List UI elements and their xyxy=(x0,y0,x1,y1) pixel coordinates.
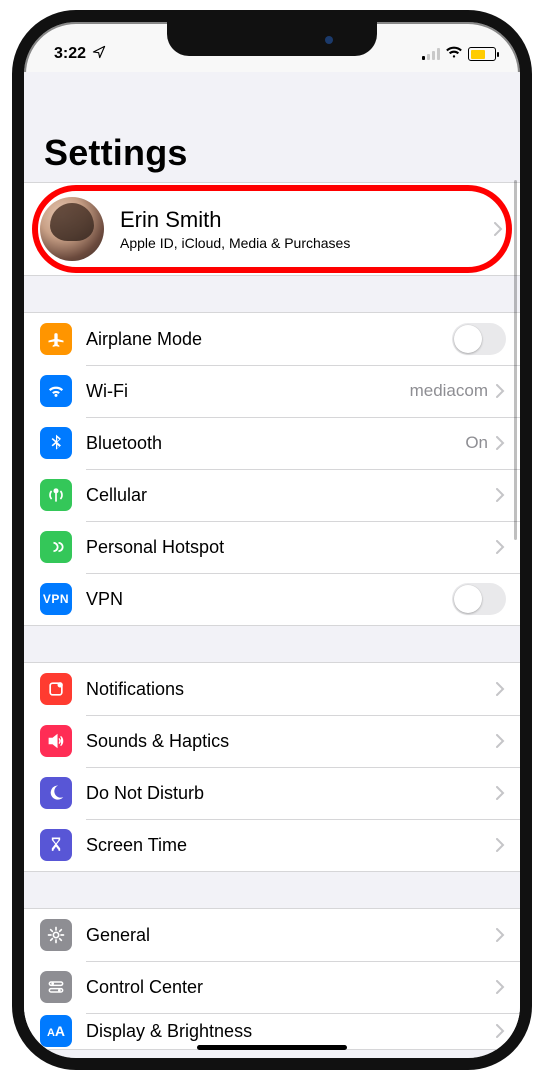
system-group: Notifications Sounds & Haptics Do Not Di… xyxy=(24,662,520,872)
location-icon xyxy=(92,45,106,64)
antenna-icon xyxy=(40,479,72,511)
airplane-mode-row[interactable]: Airplane Mode xyxy=(24,313,520,365)
vpn-row[interactable]: VPN VPN xyxy=(24,573,520,625)
connectivity-group: Airplane Mode Wi-Fi mediacom Bluetooth xyxy=(24,312,520,626)
page-title: Settings xyxy=(24,72,520,182)
row-label: Control Center xyxy=(86,977,496,998)
vpn-icon: VPN xyxy=(40,583,72,615)
bluetooth-row[interactable]: Bluetooth On xyxy=(24,417,520,469)
chevron-right-icon xyxy=(496,786,506,800)
row-label: VPN xyxy=(86,589,452,610)
chevron-right-icon xyxy=(496,540,506,554)
chevron-right-icon xyxy=(496,488,506,502)
chevron-right-icon xyxy=(496,734,506,748)
chevron-right-icon xyxy=(496,838,506,852)
dnd-row[interactable]: Do Not Disturb xyxy=(24,767,520,819)
chevron-right-icon xyxy=(496,384,506,398)
row-label: Personal Hotspot xyxy=(86,537,496,558)
cellular-signal-icon xyxy=(422,48,440,60)
moon-icon xyxy=(40,777,72,809)
wifi-icon xyxy=(40,375,72,407)
display-brightness-row[interactable]: AA Display & Brightness xyxy=(24,1013,520,1049)
chevron-right-icon xyxy=(496,436,506,450)
chevron-right-icon xyxy=(496,682,506,696)
home-indicator[interactable] xyxy=(197,1045,347,1050)
airplane-toggle[interactable] xyxy=(452,323,506,355)
screen: Settings Erin Smith Apple ID, iCloud, Me… xyxy=(24,22,520,1058)
switches-icon xyxy=(40,971,72,1003)
airplane-icon xyxy=(40,323,72,355)
row-label: Wi-Fi xyxy=(86,381,410,402)
status-time: 3:22 xyxy=(54,45,86,63)
sounds-row[interactable]: Sounds & Haptics xyxy=(24,715,520,767)
wifi-row[interactable]: Wi-Fi mediacom xyxy=(24,365,520,417)
speaker-icon xyxy=(40,725,72,757)
control-center-row[interactable]: Control Center xyxy=(24,961,520,1013)
row-label: General xyxy=(86,925,496,946)
hourglass-icon xyxy=(40,829,72,861)
row-label: Sounds & Haptics xyxy=(86,731,496,752)
general-row[interactable]: General xyxy=(24,909,520,961)
chevron-right-icon xyxy=(496,928,506,942)
row-value: On xyxy=(465,433,488,453)
link-icon xyxy=(40,531,72,563)
row-label: Display & Brightness xyxy=(86,1021,496,1042)
account-name: Erin Smith xyxy=(120,207,494,233)
scroll-indicator xyxy=(514,180,517,540)
cellular-row[interactable]: Cellular xyxy=(24,469,520,521)
row-label: Cellular xyxy=(86,485,496,506)
gear-icon xyxy=(40,919,72,951)
account-subtitle: Apple ID, iCloud, Media & Purchases xyxy=(120,235,494,251)
hotspot-row[interactable]: Personal Hotspot xyxy=(24,521,520,573)
notifications-icon xyxy=(40,673,72,705)
avatar xyxy=(40,197,104,261)
chevron-right-icon xyxy=(496,980,506,994)
settings-scroll[interactable]: Settings Erin Smith Apple ID, iCloud, Me… xyxy=(24,72,520,1058)
row-label: Notifications xyxy=(86,679,496,700)
row-label: Screen Time xyxy=(86,835,496,856)
notifications-row[interactable]: Notifications xyxy=(24,663,520,715)
text-size-icon: AA xyxy=(40,1015,72,1047)
chevron-right-icon xyxy=(496,1024,506,1038)
row-label: Bluetooth xyxy=(86,433,465,454)
general-group: General Control Center AA Display & Brig… xyxy=(24,908,520,1050)
row-label: Airplane Mode xyxy=(86,329,452,350)
row-label: Do Not Disturb xyxy=(86,783,496,804)
battery-icon xyxy=(468,47,496,61)
account-group: Erin Smith Apple ID, iCloud, Media & Pur… xyxy=(24,182,520,276)
chevron-right-icon xyxy=(494,222,504,236)
row-value: mediacom xyxy=(410,381,488,401)
notch xyxy=(167,22,377,56)
device-frame: 3:22 Settings Erin Smith xyxy=(12,10,532,1070)
wifi-icon xyxy=(445,45,463,64)
vpn-toggle[interactable] xyxy=(452,583,506,615)
screentime-row[interactable]: Screen Time xyxy=(24,819,520,871)
apple-id-row[interactable]: Erin Smith Apple ID, iCloud, Media & Pur… xyxy=(24,183,520,275)
bluetooth-icon xyxy=(40,427,72,459)
